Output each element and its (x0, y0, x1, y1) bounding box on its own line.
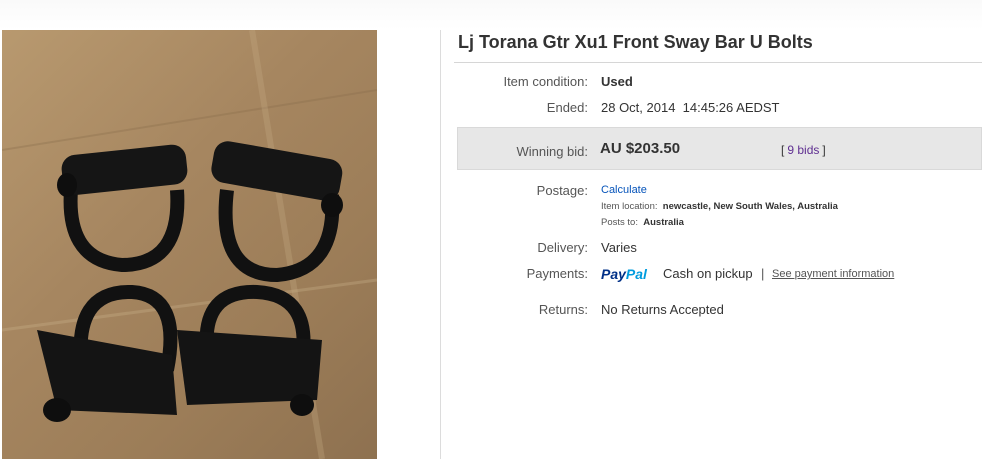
location-label: Item location: (601, 201, 658, 212)
posts-to-label: Posts to: (601, 217, 638, 228)
bid-count: [9 bids] (781, 143, 826, 157)
payment-method: Cash on pickup (663, 266, 753, 281)
u-bolt-bottom-left (37, 284, 178, 422)
image-panel (0, 30, 441, 459)
posts-to: Posts to: Australia (601, 217, 684, 228)
postage-label: Postage: (536, 183, 588, 198)
payment-info-link[interactable]: See payment information (772, 268, 894, 280)
posts-to-value: Australia (643, 217, 684, 228)
item-photo[interactable] (2, 30, 377, 459)
u-bolt-top-right (211, 141, 343, 283)
bids-close-bracket: ] (822, 143, 826, 157)
item-location: Item location: newcastle, New South Wale… (601, 201, 838, 212)
ended-label: Ended: (546, 100, 588, 115)
payment-separator: | (761, 266, 765, 281)
condition-label: Item condition: (503, 74, 588, 89)
calculate-postage-link[interactable]: Calculate (601, 184, 647, 196)
delivery-value: Varies (601, 240, 637, 255)
delivery-label: Delivery: (537, 240, 588, 255)
u-bolt-top-left (57, 144, 188, 273)
payments-label: Payments: (526, 266, 588, 281)
u-bolt-bottom-right (177, 284, 322, 416)
winning-bid-label: Winning bid: (516, 144, 588, 159)
returns-label: Returns: (538, 302, 588, 317)
condition-value: Used (601, 74, 633, 89)
paypal-logo-icon: PayPal (601, 266, 647, 282)
u-bolts-photo-illustration (2, 30, 377, 459)
listing-title: Lj Torana Gtr Xu1 Front Sway Bar U Bolts (458, 32, 813, 52)
location-value: newcastle, New South Wales, Australia (662, 201, 838, 212)
ended-value: 28 Oct, 2014 14:45:26 AEDST (601, 100, 780, 115)
bid-history-link[interactable]: 9 bids (784, 143, 822, 157)
paypal-text-pal: Pal (625, 266, 647, 282)
paypal-text-pay: Pay (601, 266, 626, 282)
winning-bid-value: AU $203.50 (600, 140, 681, 157)
returns-value: No Returns Accepted (601, 302, 724, 317)
top-bar (0, 0, 982, 30)
title-divider (454, 62, 982, 63)
